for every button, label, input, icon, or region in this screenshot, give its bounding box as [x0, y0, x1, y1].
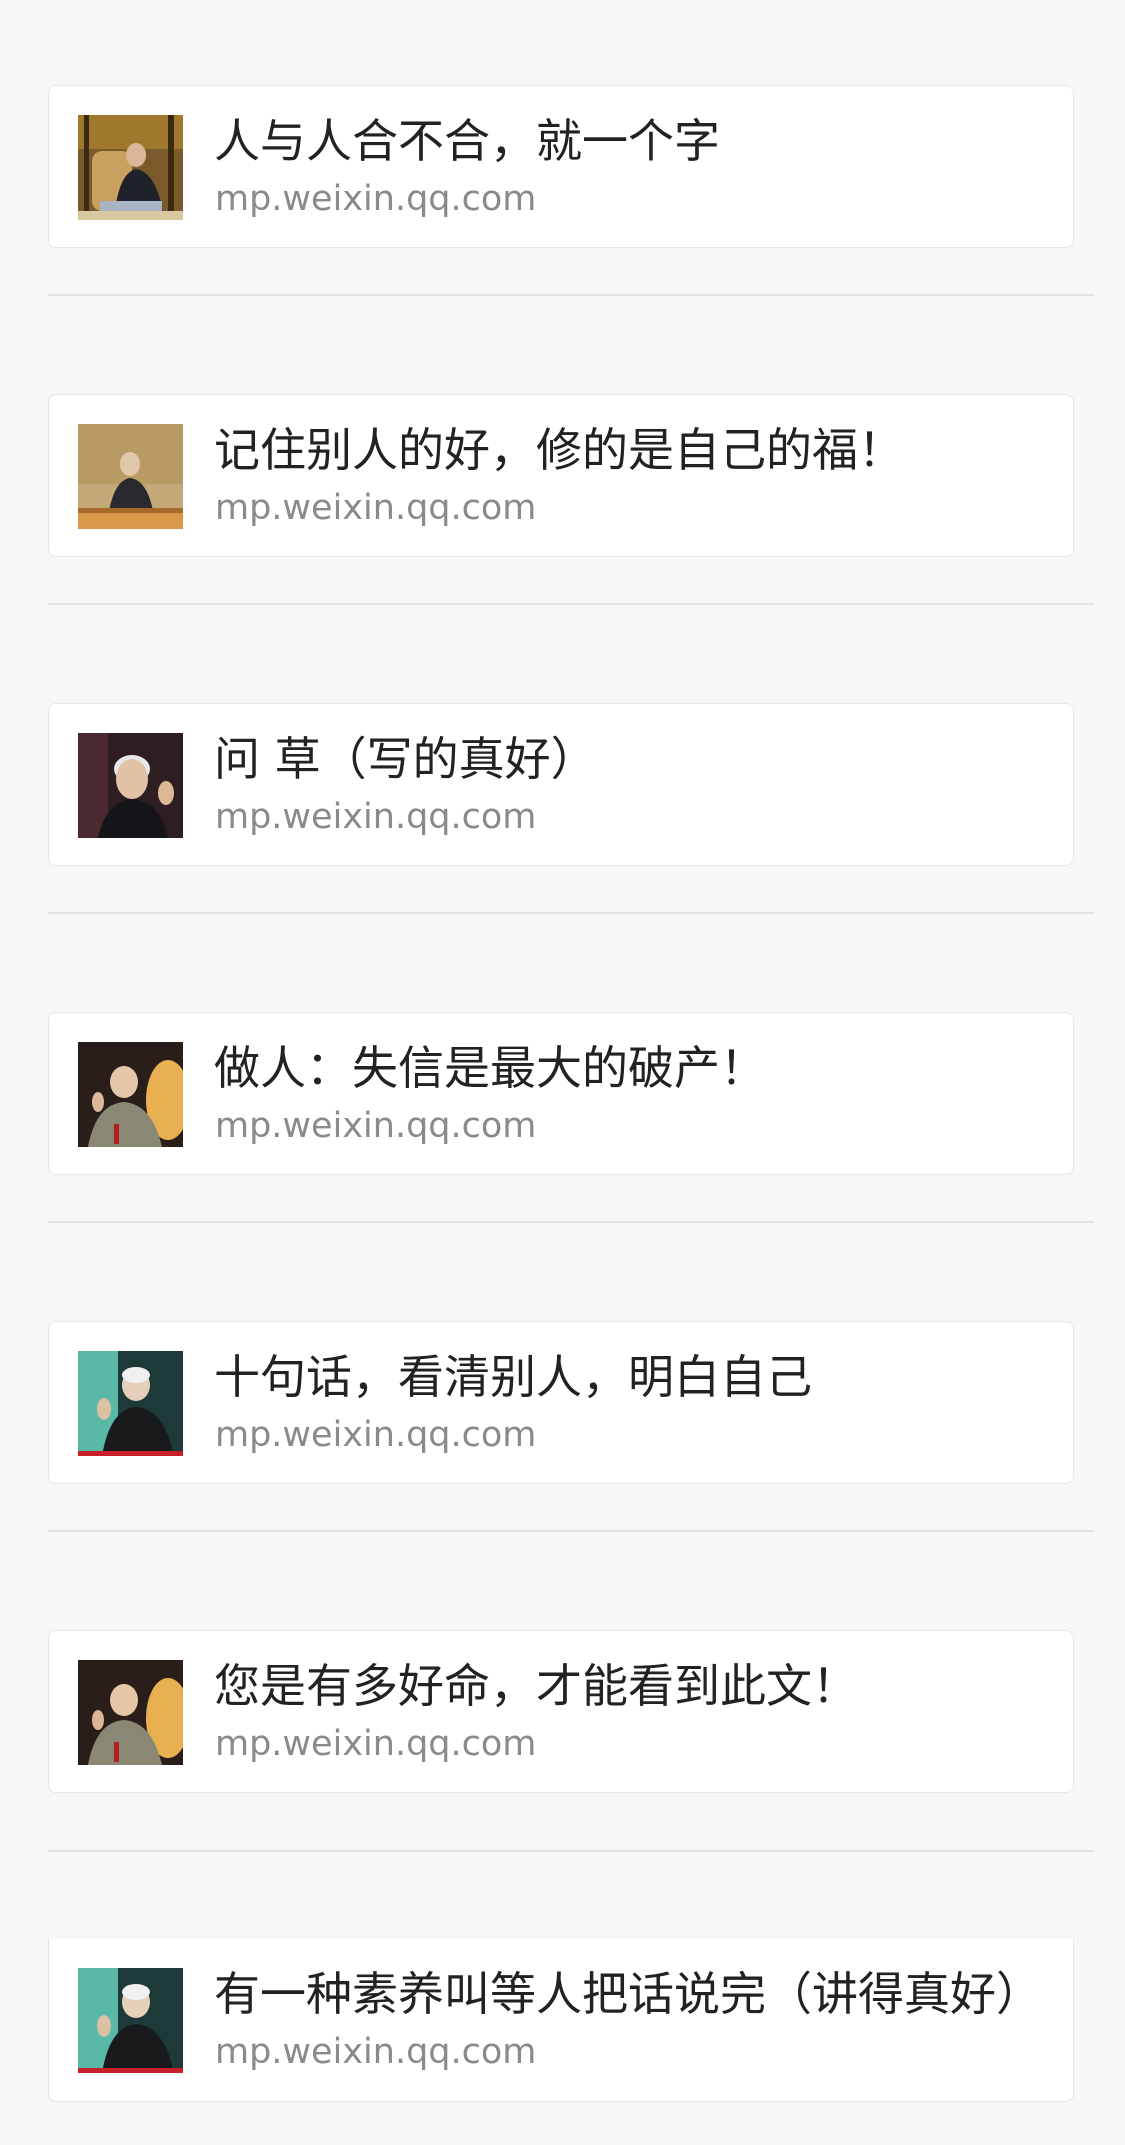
article-thumbnail	[78, 1968, 183, 2073]
divider	[48, 1850, 1094, 1852]
divider	[48, 603, 1094, 605]
article-thumbnail	[78, 115, 183, 220]
divider	[48, 1221, 1094, 1223]
article-card[interactable]: 人与人合不合，就一个字 mp.weixin.qq.com	[48, 85, 1074, 248]
article-thumbnail	[78, 1351, 183, 1456]
article-thumbnail	[78, 733, 183, 838]
article-source: mp.weixin.qq.com	[215, 488, 537, 528]
article-title: 有一种素养叫等人把话说完（讲得真好）	[214, 1967, 1042, 2021]
article-card[interactable]: 您是有多好命，才能看到此文！ mp.weixin.qq.com	[48, 1630, 1074, 1793]
article-card[interactable]: 做人：失信是最大的破产！ mp.weixin.qq.com	[48, 1012, 1074, 1175]
article-title: 记住别人的好，修的是自己的福！	[214, 423, 904, 477]
article-source: mp.weixin.qq.com	[215, 2032, 537, 2072]
article-thumbnail	[78, 1042, 183, 1147]
article-title: 做人：失信是最大的破产！	[214, 1041, 766, 1095]
article-card[interactable]: 问 草（写的真好） mp.weixin.qq.com	[48, 703, 1074, 866]
article-feed: 人与人合不合，就一个字 mp.weixin.qq.com 记住别人的好，修的是自…	[0, 0, 1125, 2145]
divider	[48, 912, 1094, 914]
article-card[interactable]: 有一种素养叫等人把话说完（讲得真好） mp.weixin.qq.com	[48, 1939, 1074, 2102]
article-source: mp.weixin.qq.com	[215, 1415, 537, 1455]
article-title: 十句话，看清别人，明白自己	[214, 1350, 812, 1404]
divider	[48, 1530, 1094, 1532]
article-card[interactable]: 记住别人的好，修的是自己的福！ mp.weixin.qq.com	[48, 394, 1074, 557]
article-thumbnail	[78, 1660, 183, 1765]
article-title: 问 草（写的真好）	[214, 732, 597, 786]
article-source: mp.weixin.qq.com	[215, 797, 537, 837]
article-source: mp.weixin.qq.com	[215, 1106, 537, 1146]
article-title: 您是有多好命，才能看到此文！	[214, 1659, 858, 1713]
article-source: mp.weixin.qq.com	[215, 1724, 537, 1764]
article-source: mp.weixin.qq.com	[215, 179, 537, 219]
article-card[interactable]: 十句话，看清别人，明白自己 mp.weixin.qq.com	[48, 1321, 1074, 1484]
article-title: 人与人合不合，就一个字	[214, 114, 720, 168]
article-thumbnail	[78, 424, 183, 529]
divider	[48, 294, 1094, 296]
